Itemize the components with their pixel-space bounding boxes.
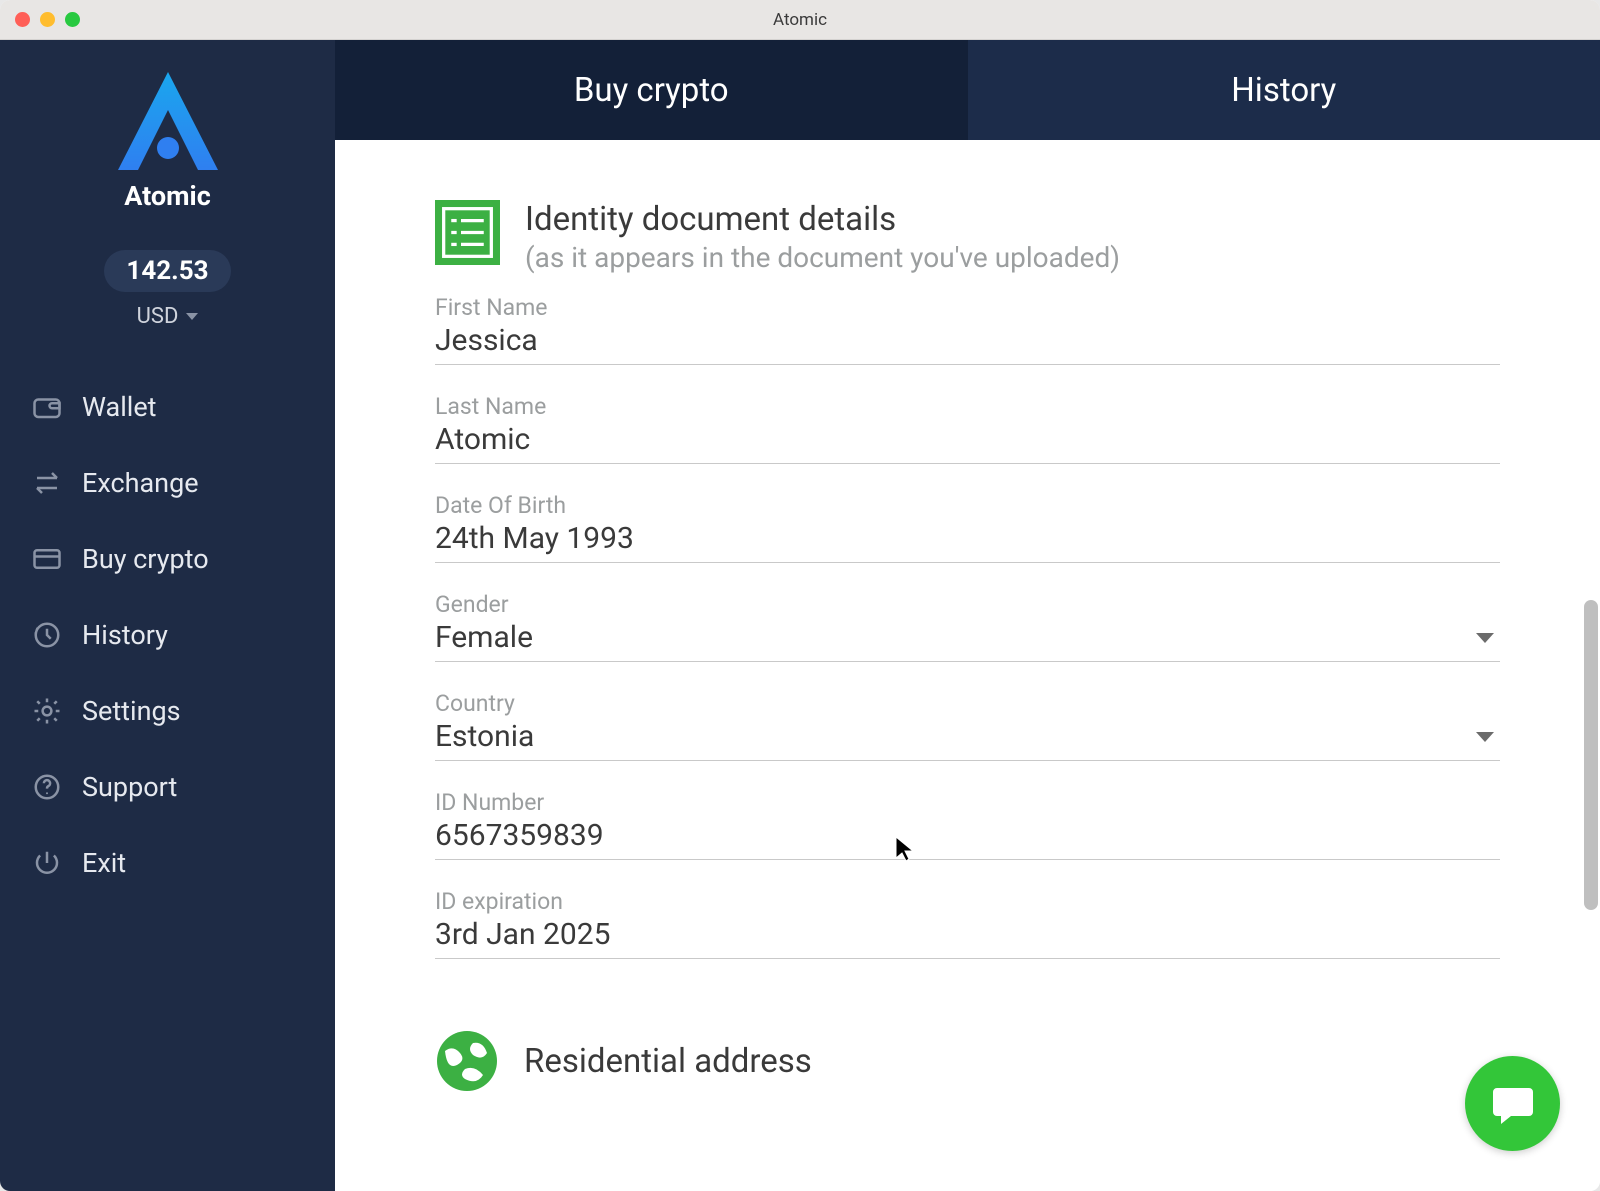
card-icon: [32, 544, 62, 574]
field-value: Estonia: [435, 719, 1476, 754]
field-value: Female: [435, 620, 1476, 655]
window-controls: [15, 12, 80, 27]
sidebar-item-history[interactable]: History: [0, 597, 335, 673]
gender-field[interactable]: Gender Female: [435, 591, 1500, 662]
sidebar-item-settings[interactable]: Settings: [0, 673, 335, 749]
field-label: Country: [435, 690, 1500, 717]
exchange-icon: [32, 468, 62, 498]
tab-history[interactable]: History: [968, 40, 1600, 140]
minimize-window-button[interactable]: [40, 12, 55, 27]
field-label: Gender: [435, 591, 1500, 618]
support-icon: [32, 772, 62, 802]
field-value: 3rd Jan 2025: [435, 917, 1500, 952]
gear-icon: [32, 696, 62, 726]
field-label: ID Number: [435, 789, 1500, 816]
content-area[interactable]: Identity document details (as it appears…: [335, 140, 1600, 1191]
document-list-icon: [435, 200, 500, 265]
close-window-button[interactable]: [15, 12, 30, 27]
globe-icon: [435, 1029, 499, 1093]
residential-section-header: Residential address: [435, 1029, 1500, 1093]
sidebar: Atomic 142.53 USD Wallet: [0, 40, 335, 1191]
chevron-down-icon: [1476, 633, 1494, 643]
field-value: Atomic: [435, 422, 1500, 457]
id-expiration-field[interactable]: ID expiration 3rd Jan 2025: [435, 888, 1500, 959]
sidebar-item-label: Exchange: [82, 467, 199, 499]
id-number-field[interactable]: ID Number 6567359839: [435, 789, 1500, 860]
chat-support-button[interactable]: [1465, 1056, 1560, 1151]
chevron-down-icon: [1476, 732, 1494, 742]
field-label: First Name: [435, 294, 1500, 321]
residential-title: Residential address: [524, 1042, 812, 1081]
sidebar-item-wallet[interactable]: Wallet: [0, 369, 335, 445]
last-name-field[interactable]: Last Name Atomic: [435, 393, 1500, 464]
field-value: 6567359839: [435, 818, 1500, 853]
country-field[interactable]: Country Estonia: [435, 690, 1500, 761]
sidebar-item-label: Buy crypto: [82, 543, 209, 575]
identity-title: Identity document details: [525, 200, 1120, 239]
scrollbar-thumb[interactable]: [1584, 600, 1598, 910]
sidebar-item-exit[interactable]: Exit: [0, 825, 335, 901]
tabs: Buy crypto History: [335, 40, 1600, 140]
app-window: Atomic Atomic 142.53 USD: [0, 0, 1600, 1191]
brand-name: Atomic: [124, 180, 211, 212]
currency-label: USD: [137, 304, 179, 329]
sidebar-item-buy-crypto[interactable]: Buy crypto: [0, 521, 335, 597]
dob-field[interactable]: Date Of Birth 24th May 1993: [435, 492, 1500, 563]
window-title: Atomic: [773, 10, 827, 30]
sidebar-item-label: Exit: [82, 847, 126, 879]
brand-block: Atomic: [113, 70, 223, 212]
first-name-field[interactable]: First Name Jessica: [435, 294, 1500, 365]
atomic-logo-icon: [113, 70, 223, 175]
power-icon: [32, 848, 62, 878]
field-value: 24th May 1993: [435, 521, 1500, 556]
sidebar-item-label: Support: [82, 771, 177, 803]
identity-section-header: Identity document details (as it appears…: [435, 200, 1500, 274]
wallet-icon: [32, 392, 62, 422]
sidebar-item-label: Wallet: [82, 391, 157, 423]
chat-icon: [1489, 1080, 1537, 1128]
identity-form: First Name Jessica Last Name Atomic Date…: [435, 294, 1500, 959]
history-icon: [32, 620, 62, 650]
maximize-window-button[interactable]: [65, 12, 80, 27]
balance-value: 142.53: [104, 250, 230, 292]
sidebar-nav: Wallet Exchange Buy crypto: [0, 369, 335, 901]
field-label: Last Name: [435, 393, 1500, 420]
field-value: Jessica: [435, 323, 1500, 358]
chevron-down-icon: [186, 313, 198, 320]
identity-subtitle: (as it appears in the document you've up…: [525, 241, 1120, 274]
app-body: Atomic 142.53 USD Wallet: [0, 40, 1600, 1191]
field-label: Date Of Birth: [435, 492, 1500, 519]
tab-buy-crypto[interactable]: Buy crypto: [335, 40, 968, 140]
sidebar-item-label: History: [82, 619, 168, 651]
field-label: ID expiration: [435, 888, 1500, 915]
sidebar-item-exchange[interactable]: Exchange: [0, 445, 335, 521]
titlebar: Atomic: [0, 0, 1600, 40]
sidebar-item-support[interactable]: Support: [0, 749, 335, 825]
currency-selector[interactable]: USD: [137, 304, 199, 329]
main-panel: Buy crypto History: [335, 40, 1600, 1191]
sidebar-item-label: Settings: [82, 695, 181, 727]
